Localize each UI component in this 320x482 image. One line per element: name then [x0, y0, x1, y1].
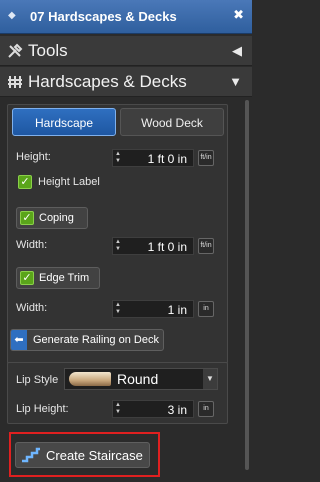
pin-icon[interactable]: ◆ [8, 11, 18, 21]
chevron-left-icon[interactable]: ◀ [232, 43, 242, 59]
hardscapes-section-header[interactable]: Hardscapes & Decks ▼ [0, 67, 252, 97]
height-label: Height: [16, 151, 51, 163]
coping-width-spinner[interactable]: ▲ ▼ 1 ft 0 in [112, 237, 194, 255]
edge-trim-width-spinner[interactable]: ▲ ▼ 1 in [112, 300, 194, 318]
tab-hardscape[interactable]: Hardscape [12, 108, 116, 136]
arrow-left-icon: ⬅ [11, 330, 27, 350]
lip-height-value: 3 in [167, 403, 187, 417]
lip-style-select[interactable]: Round ▼ [64, 368, 218, 390]
create-staircase-button[interactable]: Create Staircase [15, 442, 150, 468]
lip-height-label: Lip Height: [16, 403, 69, 415]
lip-height-unit-button[interactable]: in [198, 401, 214, 417]
chevron-down-icon[interactable]: ▼ [229, 74, 242, 89]
edge-trim-width-unit-button[interactable]: in [198, 301, 214, 317]
height-label-checkbox[interactable]: ✓ [18, 175, 32, 189]
generate-railing-label: Generate Railing on Deck [33, 334, 159, 346]
expand-icon[interactable]: ✖ [233, 7, 244, 23]
coping-width-unit-button[interactable]: ft/in [198, 238, 214, 254]
edge-trim-width-label: Width: [16, 302, 48, 314]
coping-checkbox[interactable]: ✓ [20, 211, 34, 225]
panel-title: 07 Hardscapes & Decks [30, 9, 177, 24]
lip-height-spinner[interactable]: ▲ ▼ 3 in [112, 400, 194, 418]
fence-icon [8, 76, 22, 88]
height-spinner[interactable]: ▲ ▼ 1 ft 0 in [112, 149, 194, 167]
panel-scrollbar[interactable] [245, 100, 249, 470]
edge-trim-width-value: 1 in [167, 303, 187, 317]
tab-wood-deck[interactable]: Wood Deck [120, 108, 224, 136]
height-label-check-label: Height Label [38, 176, 100, 188]
lip-style-label: Lip Style [16, 374, 59, 386]
hardscapes-section-label: Hardscapes & Decks [28, 72, 187, 91]
spinner-arrows-icon[interactable]: ▲ ▼ [115, 302, 122, 316]
tools-section-header[interactable]: Tools ◀ [0, 36, 252, 66]
height-unit-button[interactable]: ft/in [198, 150, 214, 166]
edge-trim-toggle[interactable]: ✓ Edge Trim [16, 267, 100, 289]
spinner-arrows-icon[interactable]: ▲ ▼ [115, 239, 122, 253]
round-lip-swatch-icon [69, 372, 111, 386]
tools-icon [8, 43, 23, 58]
panel-titlebar: ◆ 07 Hardscapes & Decks ✖ [0, 0, 252, 34]
staircase-icon [22, 447, 40, 463]
edge-trim-checkbox[interactable]: ✓ [20, 271, 34, 285]
lip-settings-panel: Lip Style Round ▼ Lip Height: ▲ ▼ 3 in in [7, 362, 228, 424]
lip-style-value: Round [117, 371, 159, 387]
coping-width-value: 1 ft 0 in [147, 240, 187, 254]
coping-toggle[interactable]: ✓ Coping [16, 207, 88, 229]
create-staircase-label: Create Staircase [46, 448, 143, 463]
generate-railing-button[interactable]: ⬅ Generate Railing on Deck [10, 329, 164, 351]
coping-width-label: Width: [16, 239, 48, 251]
edge-trim-label: Edge Trim [39, 272, 90, 284]
spinner-arrows-icon[interactable]: ▲ ▼ [115, 402, 122, 416]
dropdown-arrow-icon[interactable]: ▼ [203, 369, 217, 389]
coping-label: Coping [39, 212, 74, 224]
spinner-arrows-icon[interactable]: ▲ ▼ [115, 151, 122, 165]
tools-section-label: Tools [28, 41, 68, 60]
hardscape-settings-panel: Hardscape Wood Deck Height: ▲ ▼ 1 ft 0 in… [7, 104, 228, 364]
height-value: 1 ft 0 in [147, 152, 187, 166]
